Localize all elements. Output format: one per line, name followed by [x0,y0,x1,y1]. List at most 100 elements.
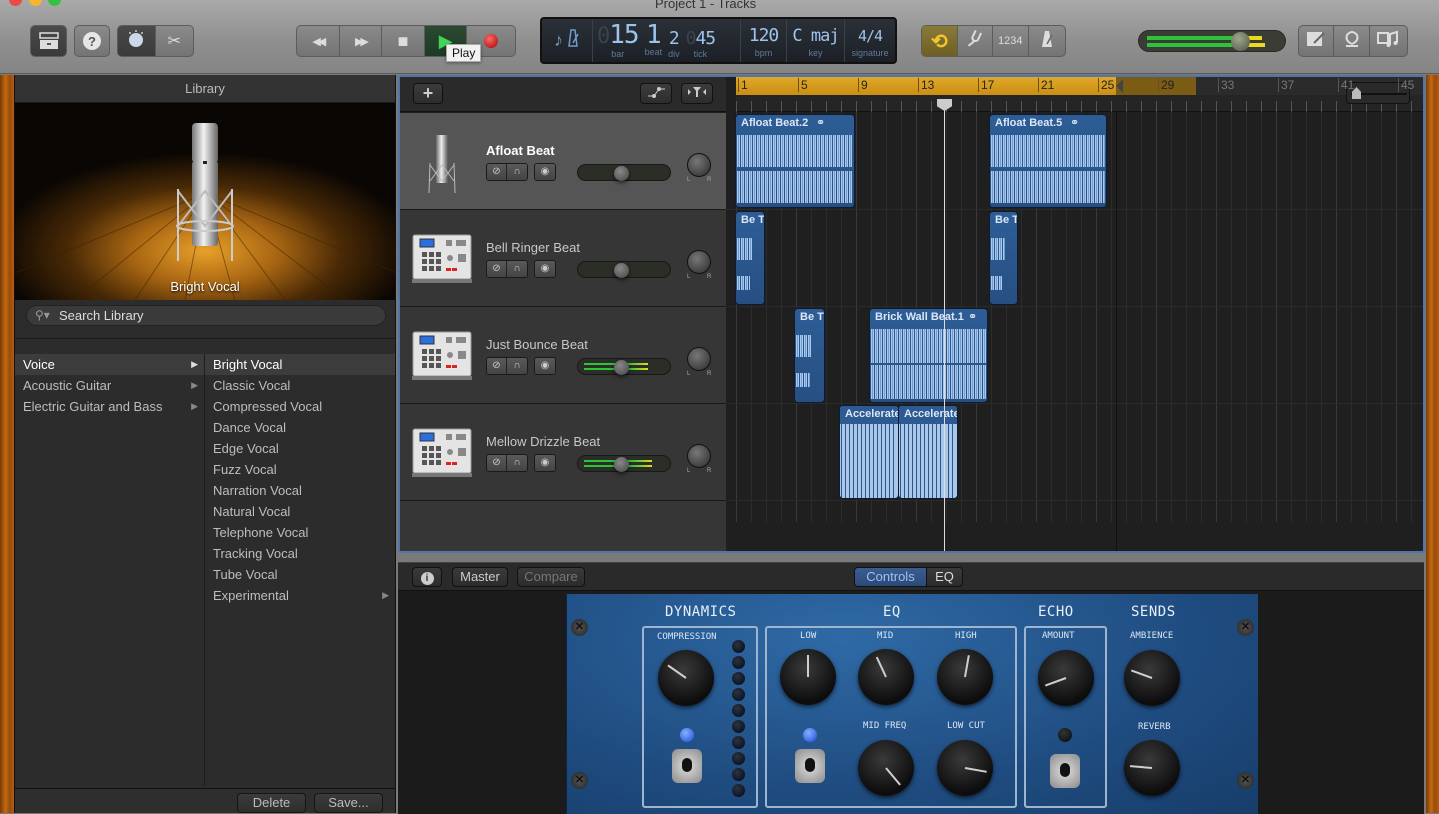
flex-filter-button[interactable] [681,83,713,104]
mute-button[interactable]: ⊘ [487,261,507,277]
track-header[interactable]: Bell Ringer Beat ⊘ ∩ ◉ L R [400,210,726,307]
cycle-button[interactable]: ⟲ [922,26,958,56]
tuner-button[interactable] [958,26,993,56]
track-name[interactable]: Mellow Drizzle Beat [486,434,600,449]
volume-knob[interactable] [614,263,629,278]
patch-item-experimental[interactable]: Experimental ▶ [205,585,395,606]
notepad-button[interactable] [1299,26,1335,56]
mute-button[interactable]: ⊘ [487,358,507,374]
eq-low-cut-knob[interactable] [937,740,993,796]
patch-item[interactable]: Classic Vocal [205,375,395,396]
lcd-tempo[interactable]: 120 bpm [741,19,787,62]
stop-button[interactable]: ■ [382,26,425,56]
audio-region[interactable]: Afloat Beat.2 ⚭ [735,114,855,208]
patch-item[interactable]: Compressed Vocal [205,396,395,417]
patch-item[interactable]: Tracking Vocal [205,543,395,564]
fast-forward-button[interactable]: ▶▶ [340,26,383,56]
playhead[interactable] [944,99,945,551]
track-header[interactable]: Afloat Beat ⊘ ∩ ◉ L R [400,113,726,210]
audio-region[interactable]: Accelerate [839,405,899,499]
eq-toggle-switch[interactable] [795,749,825,783]
audio-region[interactable]: Brick Wall Beat.1 ⚭ [869,308,988,403]
audio-region[interactable]: Be T [735,211,765,305]
library-category-acoustic-guitar[interactable]: Acoustic Guitar ▶ [15,375,204,396]
cycle-region-extension[interactable] [1116,77,1196,95]
track-header-empty-area[interactable] [400,501,726,551]
reverb-knob[interactable] [1124,740,1180,796]
metronome-button[interactable] [1029,26,1065,56]
track-name[interactable]: Bell Ringer Beat [486,240,580,255]
automation-button[interactable] [640,83,672,104]
compression-knob[interactable] [658,650,714,706]
eq-mid-knob[interactable] [858,649,914,705]
media-browser-button[interactable] [1370,26,1407,56]
count-in-button[interactable]: 1234 [993,26,1029,56]
solo-button[interactable]: ∩ [507,455,527,471]
audio-region[interactable]: Be T [794,308,825,403]
compare-button[interactable]: Compare [517,567,585,587]
track-name[interactable]: Afloat Beat [486,143,555,158]
record-enable-button[interactable]: ◉ [535,164,555,180]
echo-amount-knob[interactable] [1038,650,1094,706]
lcd-display[interactable]: ♪ 015 bar 1 beat 2 div 045 tick 120 bpm [540,17,897,64]
loop-browser-button[interactable] [1334,26,1370,56]
audio-region[interactable]: Accelerate [898,405,958,499]
record-enable-button[interactable]: ◉ [535,358,555,374]
tab-eq[interactable]: EQ [927,568,962,586]
patch-item[interactable]: Narration Vocal [205,480,395,501]
eq-low-knob[interactable] [780,649,836,705]
zoom-window-button[interactable] [48,0,61,6]
lcd-mode-selector[interactable]: ♪ [542,19,593,62]
info-button[interactable]: i [412,567,442,587]
patch-item[interactable]: Fuzz Vocal [205,459,395,480]
audio-region[interactable]: Afloat Beat.5 ⚭ [989,114,1107,208]
library-button[interactable] [30,25,67,57]
pan-knob[interactable] [687,250,711,274]
eq-mid-freq-knob[interactable] [858,740,914,796]
audio-region[interactable]: Be T [989,211,1018,305]
rewind-button[interactable]: ◀◀ [297,26,340,56]
quick-help-button[interactable]: ? [74,25,110,57]
editors-button[interactable]: ✂ [156,26,194,56]
close-window-button[interactable] [9,0,22,6]
add-track-button[interactable]: + [413,83,443,104]
patch-item[interactable]: Bright Vocal [205,354,395,375]
master-volume-knob[interactable] [1230,32,1250,51]
patch-item[interactable]: Tube Vocal [205,564,395,585]
record-enable-button[interactable]: ◉ [535,261,555,277]
volume-knob[interactable] [614,457,629,472]
track-header[interactable]: Just Bounce Beat ⊘ ∩ ◉ L R [400,307,726,404]
mute-button[interactable]: ⊘ [487,164,507,180]
library-category-voice[interactable]: Voice ▶ [15,354,204,375]
track-volume-slider[interactable] [577,164,671,181]
track-header[interactable]: Mellow Drizzle Beat ⊘ ∩ ◉ L R [400,404,726,501]
minimize-window-button[interactable] [29,0,42,6]
track-name[interactable]: Just Bounce Beat [486,337,588,352]
patch-item[interactable]: Telephone Vocal [205,522,395,543]
smart-controls-button[interactable] [118,26,156,56]
pan-knob[interactable] [687,347,711,371]
patch-item[interactable]: Dance Vocal [205,417,395,438]
solo-button[interactable]: ∩ [507,164,527,180]
patch-item[interactable]: Edge Vocal [205,438,395,459]
patch-item[interactable]: Natural Vocal [205,501,395,522]
solo-button[interactable]: ∩ [507,358,527,374]
track-volume-slider[interactable] [577,358,671,375]
ambience-knob[interactable] [1124,650,1180,706]
eq-high-knob[interactable] [937,649,993,705]
lcd-key[interactable]: C maj key [787,19,845,62]
pan-knob[interactable] [687,153,711,177]
volume-knob[interactable] [614,166,629,181]
record-enable-button[interactable]: ◉ [535,455,555,471]
track-volume-slider[interactable] [577,455,671,472]
mute-button[interactable]: ⊘ [487,455,507,471]
library-category-electric-guitar-bass[interactable]: Electric Guitar and Bass ▶ [15,396,204,417]
library-search-input[interactable]: ⚲▾ Search Library [26,305,386,326]
pan-knob[interactable] [687,444,711,468]
master-volume-slider[interactable] [1138,30,1286,52]
echo-toggle-switch[interactable] [1050,754,1080,788]
delete-button[interactable]: Delete [237,793,306,813]
track-volume-slider[interactable] [577,261,671,278]
solo-button[interactable]: ∩ [507,261,527,277]
lcd-signature[interactable]: 4/4 signature [845,19,895,62]
